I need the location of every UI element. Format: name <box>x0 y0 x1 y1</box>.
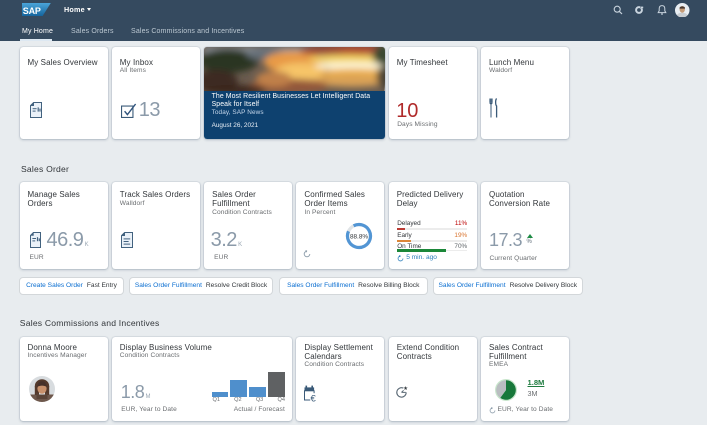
svg-text:€: € <box>310 393 316 403</box>
svg-text:SAP: SAP <box>23 5 41 15</box>
svg-text:88.8%: 88.8% <box>350 233 368 240</box>
